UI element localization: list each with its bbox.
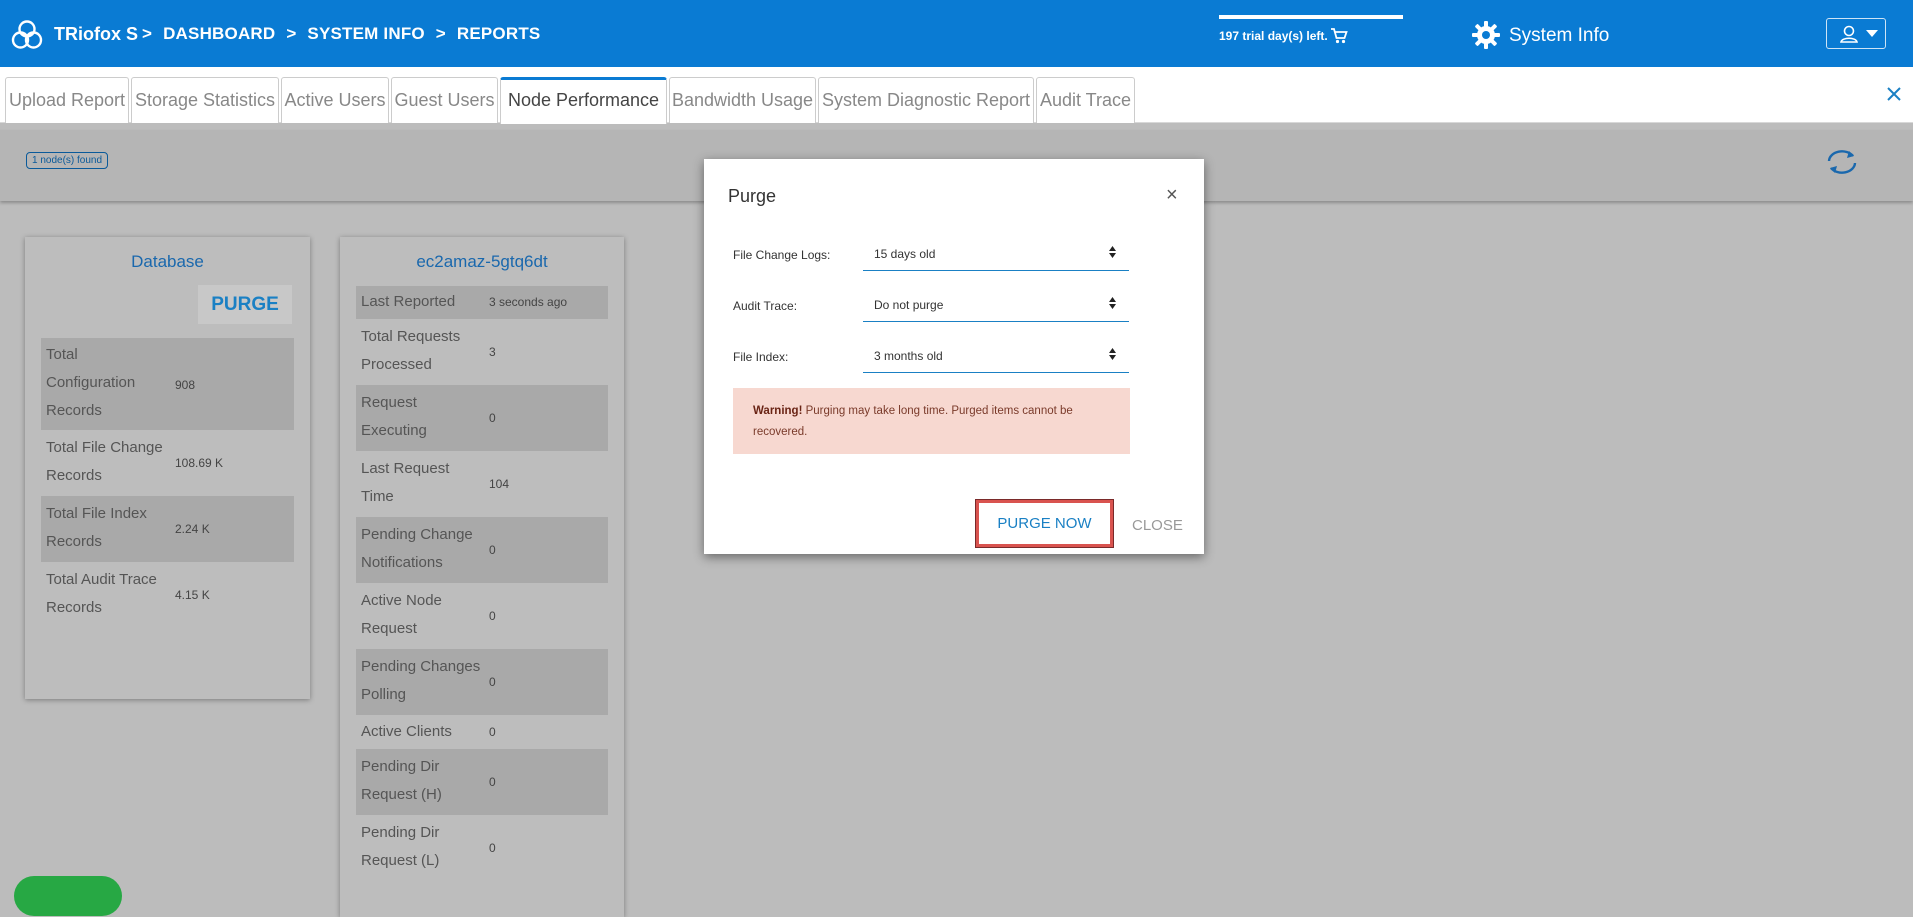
node-label: Pending Dir Request (L) (361, 824, 440, 869)
purge-dialog: Purge × File Change Logs: 15 days old Au… (704, 159, 1204, 554)
select-value: 3 months old (874, 349, 943, 363)
node-value: 0 (489, 543, 496, 557)
caret-down-icon (1866, 30, 1878, 37)
card-title: Database (131, 252, 204, 271)
file-change-logs-select[interactable]: 15 days old (863, 235, 1129, 271)
node-row-last-request-time: Last Request Time 104 (356, 451, 608, 517)
stat-value: 108.69 K (175, 456, 224, 470)
stat-label: Total File Index Records (46, 505, 147, 550)
tab-node-performance[interactable]: Node Performance (500, 77, 667, 124)
stat-value: 4.15 K (175, 588, 210, 602)
stat-label: Total Configuration Records (46, 346, 136, 419)
tab-bandwidth-usage[interactable]: Bandwidth Usage (669, 77, 816, 123)
report-tabs: Upload Report Storage Statistics Active … (0, 67, 1913, 124)
breadcrumb-reports: REPORTS (456, 24, 541, 43)
file-change-logs-label: File Change Logs: (733, 248, 831, 262)
warning-heading: Warning! (753, 405, 803, 417)
node-value: 0 (489, 775, 496, 789)
stat-label: Total Audit Trace Records (46, 571, 157, 616)
node-row-pending-changes-polling: Pending Changes Polling 0 (356, 649, 608, 715)
tab-system-diagnostic-report[interactable]: System Diagnostic Report (818, 77, 1034, 123)
node-label: Request Executing (361, 394, 427, 439)
tab-guest-users[interactable]: Guest Users (391, 77, 498, 123)
breadcrumb: > DASHBOARD > SYSTEM INFO > REPORTS (142, 24, 546, 44)
stat-row-audit-trace: Total Audit Trace Records 4.15 K (41, 562, 294, 628)
trial-days-text: 197 trial day(s) left. (1219, 29, 1328, 43)
cart-icon[interactable] (1330, 28, 1348, 44)
select-value: Do not purge (874, 298, 944, 312)
node-label: Last Reported (361, 293, 456, 310)
stat-value: 908 (175, 378, 196, 392)
stat-label: Total File Change Records (46, 439, 163, 484)
file-index-label: File Index: (733, 350, 789, 364)
breadcrumb-separator: > (142, 24, 153, 43)
close-button[interactable]: CLOSE (1132, 517, 1183, 534)
node-row-pending-dir-l: Pending Dir Request (L) 0 (356, 815, 608, 881)
breadcrumb-dashboard[interactable]: DASHBOARD (163, 24, 275, 43)
tab-audit-trace[interactable]: Audit Trace (1036, 77, 1135, 123)
purge-now-button[interactable]: PURGE NOW (976, 500, 1113, 547)
purge-button[interactable]: PURGE (198, 285, 292, 324)
tab-storage-statistics[interactable]: Storage Statistics (131, 77, 279, 123)
node-value: 3 (489, 345, 496, 359)
triofox-logo-icon[interactable] (10, 18, 44, 52)
help-button[interactable] (14, 876, 122, 916)
node-row-request-executing: Request Executing 0 (356, 385, 608, 451)
stat-value: 2.24 K (175, 522, 210, 536)
gear-icon[interactable] (1471, 20, 1501, 50)
node-value: 0 (489, 675, 496, 689)
warning-alert: Warning! Purging may take long time. Pur… (733, 388, 1130, 454)
select-value: 15 days old (874, 247, 936, 261)
stat-row-configuration: Total Configuration Records 908 (41, 338, 294, 430)
node-value: 3 seconds ago (489, 295, 568, 309)
node-label: Pending Change Notifications (361, 526, 473, 571)
node-row-total-requests: Total Requests Processed 3 (356, 319, 608, 385)
node-value: 0 (489, 411, 496, 425)
stat-row-file-change: Total File Change Records 108.69 K (41, 430, 294, 496)
node-label: Active Node Request (361, 592, 442, 637)
node-label: Pending Dir Request (H) (361, 758, 442, 803)
user-icon (1840, 25, 1858, 43)
stat-row-file-index: Total File Index Records 2.24 K (41, 496, 294, 562)
node-value: 0 (489, 841, 496, 855)
node-label: Last Request Time (361, 460, 450, 505)
breadcrumb-separator: > (435, 24, 446, 43)
trial-progress-bar (1219, 15, 1403, 19)
node-label: Active Clients (361, 723, 452, 740)
close-icon[interactable] (1885, 85, 1903, 103)
node-value: 0 (489, 725, 496, 739)
node-row-pending-change-notifications: Pending Change Notifications 0 (356, 517, 608, 583)
audit-trace-label: Audit Trace: (733, 299, 798, 313)
node-count-badge: 1 node(s) found (26, 152, 109, 169)
node-name-link[interactable]: ec2amaz-5gtq6dt (340, 252, 624, 272)
sort-arrows-icon (1109, 348, 1116, 360)
sort-arrows-icon (1109, 297, 1116, 309)
node-card: ec2amaz-5gtq6dt Last Reported 3 seconds … (340, 237, 624, 917)
system-info-link[interactable]: System Info (1509, 25, 1609, 47)
audit-trace-select[interactable]: Do not purge (863, 286, 1129, 322)
sort-arrows-icon (1109, 246, 1116, 258)
node-row-active-node-request: Active Node Request 0 (356, 583, 608, 649)
refresh-icon[interactable] (1823, 147, 1861, 177)
tab-upload-report[interactable]: Upload Report (5, 77, 129, 123)
top-header: TRiofox S > DASHBOARD > SYSTEM INFO > RE… (0, 0, 1913, 67)
node-label: Pending Changes Polling (361, 658, 481, 703)
dialog-title: Purge (728, 186, 777, 206)
node-row-pending-dir-h: Pending Dir Request (H) 0 (356, 749, 608, 815)
user-menu-button[interactable] (1826, 18, 1886, 49)
node-label: Total Requests Processed (361, 328, 461, 373)
brand-name[interactable]: TRiofox S (54, 24, 138, 45)
node-value: 104 (489, 477, 510, 491)
file-index-select[interactable]: 3 months old (863, 337, 1129, 373)
tab-active-users[interactable]: Active Users (281, 77, 389, 123)
database-card: Database PURGE Total Configuration Recor… (25, 237, 310, 699)
close-icon[interactable]: × (1166, 184, 1178, 207)
breadcrumb-separator: > (286, 24, 297, 43)
node-row-last-reported: Last Reported 3 seconds ago (356, 286, 608, 319)
node-row-active-clients: Active Clients 0 (356, 715, 608, 749)
breadcrumb-system-info[interactable]: SYSTEM INFO (307, 24, 424, 43)
node-value: 0 (489, 609, 496, 623)
